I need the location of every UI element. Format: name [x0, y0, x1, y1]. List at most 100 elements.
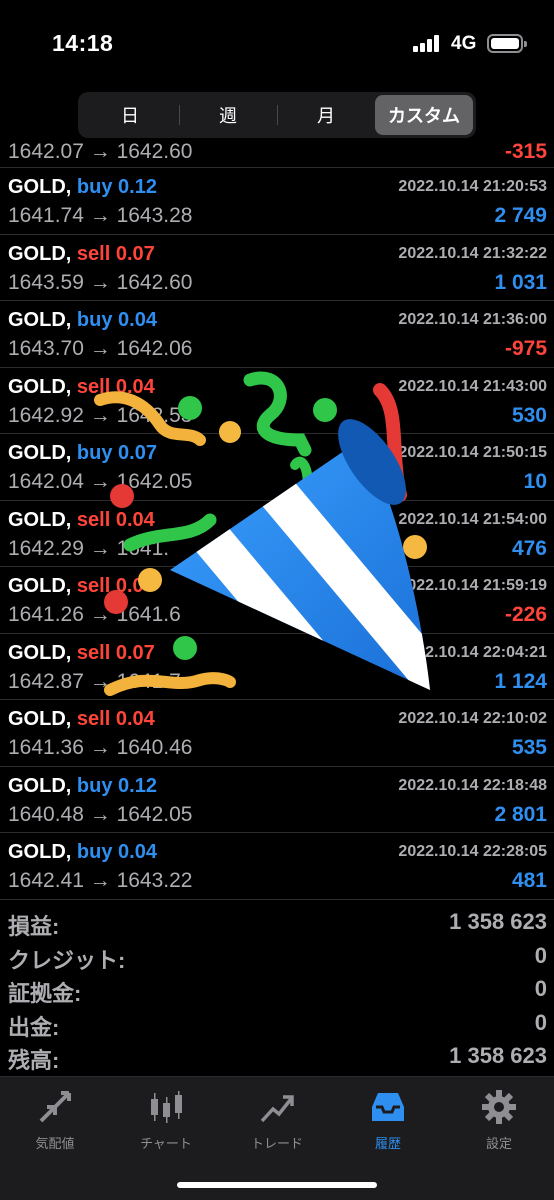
history-row[interactable]: 1642.07 → 1642.60 -315 — [0, 138, 554, 168]
trade-symbol: GOLD, buy 0.12 — [8, 775, 157, 798]
summary-profit: 損益: 1 358 623 — [0, 906, 554, 940]
symbol-name: GOLD, — [8, 508, 72, 531]
summary-label: 残高: — [8, 1048, 60, 1073]
history-row[interactable]: GOLD, sell 0.07 2022.10.14 21:32:22 1643.5… — [0, 235, 554, 301]
trade-prices: 1642.87 → 1641.7 — [8, 669, 181, 693]
account-summary: 損益: 1 358 623 クレジット: 0 証拠金: 0 出金: 0 残高: 1 358… — [0, 906, 554, 1074]
volume: 0.07 — [115, 641, 155, 664]
trade-symbol: GOLD, sell 0.04 — [8, 708, 155, 731]
side-label: buy — [76, 309, 113, 331]
summary-value: 1 358 623 — [449, 1043, 547, 1068]
cellular-signal-icon — [413, 35, 443, 52]
trade-date: 2022.10.14 21:20:53 — [398, 178, 547, 195]
period-week-tab[interactable]: 週 — [179, 95, 277, 135]
trade-profit: 1 124 — [494, 669, 547, 693]
period-day-tab[interactable]: 日 — [81, 95, 179, 135]
summary-label: 出金: — [8, 1014, 60, 1040]
side-label: buy — [76, 442, 113, 464]
tab-trade[interactable]: トレード — [222, 1087, 332, 1152]
period-month-tab[interactable]: 月 — [277, 95, 375, 135]
trade-side: sell 0.04 — [77, 376, 155, 398]
history-row[interactable]: GOLD, buy 0.07 2022.10.14 21:50:15 1642.04… — [0, 434, 554, 501]
summary-label: クレジット: — [8, 947, 126, 973]
trade-date: 2022.10.14 22:10:02 — [398, 710, 547, 727]
summary-value: 0 — [534, 942, 547, 968]
volume: 0.0 — [115, 575, 144, 597]
trade-profit: 2 749 — [494, 204, 547, 227]
tab-label: 履歴 — [374, 1136, 401, 1151]
volume: 0.12 — [118, 176, 157, 198]
trade-prices: 1642.92 → 1642.53 — [8, 403, 193, 427]
trade-symbol: GOLD, sell 0.04 — [8, 509, 155, 532]
tab-label: トレード — [250, 1136, 303, 1151]
summary-balance: 残高: 1 358 623 — [0, 1040, 554, 1074]
volume: 0.04 — [118, 841, 157, 863]
trade-symbol: GOLD, buy 0.04 — [8, 841, 157, 864]
trade-prices: 1643.59 → 1642.60 — [8, 270, 193, 294]
tab-chart[interactable]: チャート — [111, 1087, 221, 1152]
volume: 0.07 — [118, 442, 157, 464]
history-row[interactable]: GOLD, sell 0.04 2022.10.14 21:43:00 1642.9… — [0, 368, 554, 434]
arrows-icon — [39, 1091, 71, 1123]
status-time: 14:18 — [52, 30, 114, 56]
symbol-name: GOLD, — [8, 641, 72, 664]
trade-prices: 1640.48 → 1642.05 — [8, 802, 193, 826]
trade-profit: -315 — [504, 140, 547, 163]
trade-profit: 476 — [511, 536, 547, 560]
history-row[interactable]: GOLD, sell 0.04 2022.10.14 22:10:02 1641.3… — [0, 700, 554, 767]
trade-side: buy 0.04 — [77, 309, 157, 331]
trade-date: 2022.10.14 21:54:00 — [398, 510, 547, 528]
status-bar: 14:18 4G — [0, 0, 554, 88]
tab-history[interactable]: 履歴 — [333, 1087, 443, 1152]
trade-symbol: GOLD, sell 0.0 — [8, 575, 144, 598]
symbol-name: GOLD, — [8, 242, 72, 265]
volume: 0.04 — [118, 309, 157, 331]
history-list: 1642.07 → 1642.60 -315 GOLD, buy 0.12 202… — [0, 138, 554, 900]
trade-side: buy 0.04 — [77, 841, 157, 863]
trade-side: sell 0.04 — [77, 708, 155, 730]
history-row[interactable]: GOLD, sell 0.04 2022.10.14 21:54:00 1642.2… — [0, 501, 554, 567]
trade-side: sell 0.0 — [77, 575, 144, 597]
trade-symbol: GOLD, sell 0.04 — [8, 376, 155, 399]
history-row[interactable]: GOLD, buy 0.12 2022.10.14 21:20:53 1641.74… — [0, 168, 554, 235]
tab-quotes[interactable]: 気配値 — [0, 1087, 110, 1152]
tab-label: 気配値 — [35, 1136, 75, 1151]
history-row[interactable]: GOLD, sell 0.0 2022.10.14 21:59:19 1641.26… — [0, 567, 554, 634]
side-label: sell — [76, 575, 111, 597]
trade-profit: 535 — [511, 736, 547, 759]
gear-icon — [482, 1090, 516, 1124]
symbol-name: GOLD, — [8, 176, 72, 198]
trade-prices: 1643.70 → 1642.06 — [8, 337, 193, 360]
history-row[interactable]: GOLD, buy 0.04 2022.10.14 21:36:00 1643.70… — [0, 301, 554, 368]
symbol-name: GOLD, — [8, 442, 72, 464]
symbol-name: GOLD, — [8, 774, 72, 797]
trade-profit: -226 — [504, 603, 547, 626]
side-label: sell — [76, 508, 111, 531]
trade-profit: 1 031 — [494, 270, 547, 294]
tab-label: 設定 — [485, 1136, 512, 1151]
trade-side: sell 0.04 — [77, 509, 155, 531]
trade-side: buy 0.12 — [77, 775, 157, 797]
trade-side: sell 0.07 — [77, 243, 155, 265]
home-indicator — [177, 1182, 377, 1188]
volume: 0.12 — [118, 774, 157, 797]
trade-prices: 1642.07 → 1642.60 — [8, 140, 193, 163]
trade-symbol: GOLD, buy 0.12 — [8, 176, 157, 199]
symbol-name: GOLD, — [8, 309, 72, 331]
trade-prices: 1642.29 → 1641. — [8, 536, 170, 560]
trade-profit: -975 — [504, 337, 547, 360]
tab-settings[interactable]: 設定 — [444, 1087, 554, 1152]
trade-date: 2022.10.14 21:59:19 — [398, 577, 547, 594]
trade-prices: 1641.74 → 1643.28 — [8, 204, 193, 227]
history-row[interactable]: GOLD, sell 0.07 2022.10.14 22:04:21 1642.8… — [0, 634, 554, 700]
history-row[interactable]: GOLD, buy 0.04 2022.10.14 22:28:05 1642.41… — [0, 833, 554, 900]
volume: 0.07 — [115, 242, 155, 265]
history-row[interactable]: GOLD, buy 0.12 2022.10.14 22:18:48 1640.48… — [0, 767, 554, 833]
trend-icon — [260, 1095, 294, 1123]
trade-date: 2022.10.14 22:18:48 — [398, 776, 547, 794]
side-label: buy — [76, 774, 113, 797]
trade-profit: 481 — [511, 869, 547, 892]
trade-side: buy 0.07 — [77, 442, 157, 464]
period-custom-tab[interactable]: カスタム — [375, 95, 473, 135]
side-label: sell — [76, 375, 111, 398]
